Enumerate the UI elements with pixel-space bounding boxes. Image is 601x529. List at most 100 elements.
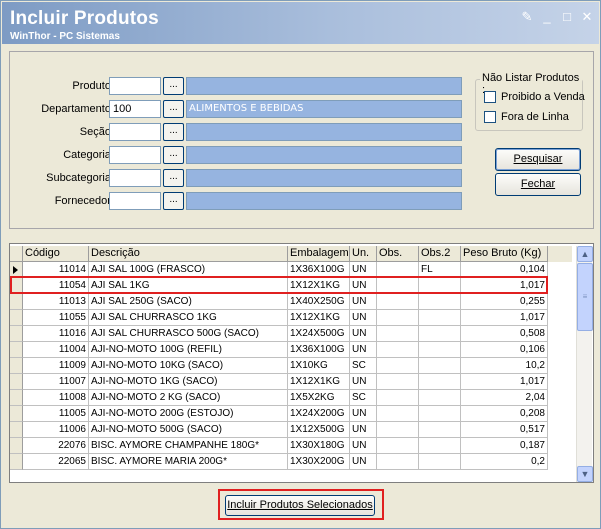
cell-un[interactable]: UN	[350, 294, 377, 310]
cell-descricao[interactable]: AJI SAL 250G (SACO)	[89, 294, 288, 310]
cell-obs2[interactable]	[419, 374, 461, 390]
cell-descricao[interactable]: AJI SAL CHURRASCO 1KG	[89, 310, 288, 326]
cell-obs[interactable]	[377, 422, 419, 438]
subcategoria-lookup-button[interactable]: ...	[163, 169, 184, 187]
cell-descricao[interactable]: AJI SAL CHURRASCO 500G (SACO)	[89, 326, 288, 342]
secao-code-input[interactable]	[109, 123, 161, 141]
cell-un[interactable]: UN	[350, 326, 377, 342]
cell-descricao[interactable]: AJI-NO-MOTO 500G (SACO)	[89, 422, 288, 438]
departamento-lookup-button[interactable]: ...	[163, 100, 184, 118]
scroll-down-icon[interactable]: ▼	[577, 466, 593, 482]
cell-obs2[interactable]	[419, 422, 461, 438]
cell-peso-bruto[interactable]: 1,017	[461, 374, 548, 390]
fornecedor-code-input[interactable]	[109, 192, 161, 210]
cell-codigo[interactable]: 11009	[23, 358, 89, 374]
table-row[interactable]: 11013 AJI SAL 250G (SACO) 1X40X250G UN 0,255	[10, 294, 572, 310]
cell-embalagem[interactable]: 1X10KG	[288, 358, 350, 374]
cell-un[interactable]: UN	[350, 454, 377, 470]
cell-codigo[interactable]: 11016	[23, 326, 89, 342]
cell-codigo[interactable]: 11007	[23, 374, 89, 390]
table-row[interactable]: 11009 AJI-NO-MOTO 10KG (SACO) 1X10KG SC 10,2	[10, 358, 572, 374]
checkbox-box[interactable]	[484, 91, 496, 103]
table-row[interactable]: 11008 AJI-NO-MOTO 2 KG (SACO) 1X5X2KG SC 2,0…	[10, 390, 572, 406]
cell-obs[interactable]	[377, 406, 419, 422]
header-codigo[interactable]: Código	[23, 246, 89, 262]
cell-peso-bruto[interactable]: 2,04	[461, 390, 548, 406]
scroll-up-icon[interactable]: ▲	[577, 246, 593, 262]
cell-obs2[interactable]	[419, 310, 461, 326]
grid-scrollbar[interactable]: ▲ ≡ ▼	[576, 246, 593, 482]
cell-un[interactable]: UN	[350, 310, 377, 326]
header-obs[interactable]: Obs.	[377, 246, 419, 262]
cell-obs[interactable]	[377, 358, 419, 374]
cell-peso-bruto[interactable]: 0,208	[461, 406, 548, 422]
cell-codigo[interactable]: 11055	[23, 310, 89, 326]
checkbox-box[interactable]	[484, 111, 496, 123]
cell-descricao[interactable]: AJI-NO-MOTO 10KG (SACO)	[89, 358, 288, 374]
cell-obs[interactable]	[377, 294, 419, 310]
cell-obs2[interactable]	[419, 294, 461, 310]
cell-descricao[interactable]: AJI-NO-MOTO 200G (ESTOJO)	[89, 406, 288, 422]
cell-obs2[interactable]	[419, 406, 461, 422]
cell-embalagem[interactable]: 1X24X200G	[288, 406, 350, 422]
cell-obs2[interactable]	[419, 342, 461, 358]
fechar-button[interactable]: Fechar	[495, 173, 581, 196]
header-peso-bruto[interactable]: Peso Bruto (Kg)	[461, 246, 548, 262]
minimize-icon[interactable]: _	[539, 10, 555, 24]
cell-peso-bruto[interactable]: 0,517	[461, 422, 548, 438]
cell-embalagem[interactable]: 1X12X1KG	[288, 374, 350, 390]
cell-obs2[interactable]	[419, 326, 461, 342]
categoria-code-input[interactable]	[109, 146, 161, 164]
maximize-icon[interactable]: □	[559, 10, 575, 24]
cell-embalagem[interactable]: 1X36X100G	[288, 342, 350, 358]
title-bar[interactable]: Incluir Produtos WinThor - PC Sistemas ✎…	[2, 2, 599, 44]
cell-obs[interactable]	[377, 342, 419, 358]
cell-obs2[interactable]	[419, 438, 461, 454]
cell-embalagem[interactable]: 1X5X2KG	[288, 390, 350, 406]
cell-peso-bruto[interactable]: 0,187	[461, 438, 548, 454]
cell-obs2[interactable]	[419, 390, 461, 406]
header-un[interactable]: Un.	[350, 246, 377, 262]
cell-embalagem[interactable]: 1X40X250G	[288, 294, 350, 310]
table-row[interactable]: 11006 AJI-NO-MOTO 500G (SACO) 1X12X500G UN 0…	[10, 422, 572, 438]
table-row[interactable]: 11004 AJI-NO-MOTO 100G (REFIL) 1X36X100G UN…	[10, 342, 572, 358]
cell-un[interactable]: SC	[350, 358, 377, 374]
produto-lookup-button[interactable]: ...	[163, 77, 184, 95]
cell-obs2[interactable]	[419, 454, 461, 470]
table-row[interactable]: 11016 AJI SAL CHURRASCO 500G (SACO) 1X24X5…	[10, 326, 572, 342]
cell-obs[interactable]	[377, 326, 419, 342]
cell-embalagem[interactable]: 1X12X500G	[288, 422, 350, 438]
fornecedor-lookup-button[interactable]: ...	[163, 192, 184, 210]
cell-obs2[interactable]	[419, 358, 461, 374]
cell-un[interactable]: UN	[350, 406, 377, 422]
produto-code-input[interactable]	[109, 77, 161, 95]
cell-peso-bruto[interactable]: 0,255	[461, 294, 548, 310]
cell-un[interactable]: SC	[350, 390, 377, 406]
cell-descricao[interactable]: BISC. AYMORE CHAMPANHE 180G*	[89, 438, 288, 454]
cell-codigo[interactable]: 11008	[23, 390, 89, 406]
cell-peso-bruto[interactable]: 0,508	[461, 326, 548, 342]
cell-obs[interactable]	[377, 374, 419, 390]
cell-un[interactable]: UN	[350, 422, 377, 438]
cell-codigo[interactable]: 22076	[23, 438, 89, 454]
table-row[interactable]: 11007 AJI-NO-MOTO 1KG (SACO) 1X12X1KG UN 1,0…	[10, 374, 572, 390]
header-embalagem[interactable]: Embalagem	[288, 246, 350, 262]
cell-codigo[interactable]: 11006	[23, 422, 89, 438]
cell-peso-bruto[interactable]: 10,2	[461, 358, 548, 374]
cell-un[interactable]: UN	[350, 342, 377, 358]
cell-codigo[interactable]: 11005	[23, 406, 89, 422]
subcategoria-code-input[interactable]	[109, 169, 161, 187]
cell-obs[interactable]	[377, 310, 419, 326]
pesquisar-button[interactable]: Pesquisar	[495, 148, 581, 171]
cell-obs[interactable]	[377, 390, 419, 406]
secao-lookup-button[interactable]: ...	[163, 123, 184, 141]
cell-peso-bruto[interactable]: 0,106	[461, 342, 548, 358]
cell-peso-bruto[interactable]: 1,017	[461, 310, 548, 326]
cell-embalagem[interactable]: 1X30X180G	[288, 438, 350, 454]
departamento-code-input[interactable]: 100	[109, 100, 161, 118]
categoria-lookup-button[interactable]: ...	[163, 146, 184, 164]
scroll-thumb[interactable]: ≡	[577, 263, 593, 331]
edit-icon[interactable]: ✎	[519, 10, 535, 24]
cell-embalagem[interactable]: 1X24X500G	[288, 326, 350, 342]
cell-obs[interactable]	[377, 438, 419, 454]
